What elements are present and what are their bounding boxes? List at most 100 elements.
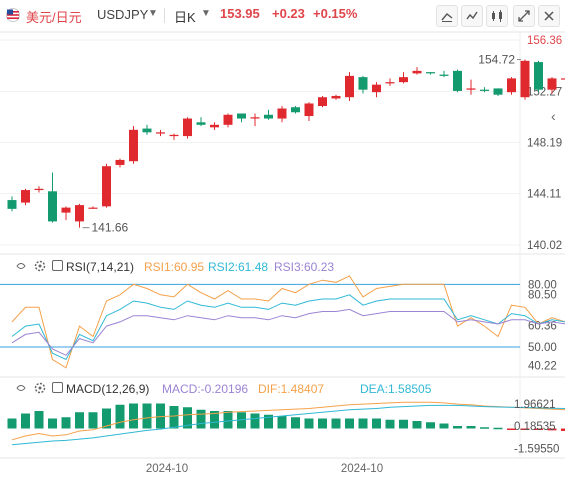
candle-body	[156, 132, 165, 134]
gear-icon[interactable]	[34, 260, 46, 272]
candle-body	[534, 62, 543, 90]
toggle-box-icon[interactable]	[52, 260, 63, 271]
candle-body	[129, 129, 138, 162]
macd-bar	[561, 428, 565, 431]
candle-body	[21, 190, 30, 203]
candle-body	[291, 107, 300, 113]
candle-body	[493, 88, 503, 95]
fullscreen-icon	[518, 10, 530, 22]
candle-body	[210, 124, 219, 128]
candle-body	[547, 78, 557, 90]
macd-bar	[88, 412, 98, 429]
macd-tick-label: -1.59550	[514, 443, 559, 455]
period-selector[interactable]: 日K	[174, 7, 196, 26]
macd-bar	[34, 411, 44, 429]
candle-body	[412, 70, 422, 74]
eye-icon[interactable]	[16, 382, 26, 394]
macd-bar	[169, 406, 179, 429]
chart-canvas[interactable]: 156.36 152.27 148.19 144.11 140.02 154.72 141.…	[0, 0, 565, 481]
candle-body	[318, 97, 327, 106]
macd-bar	[21, 413, 30, 429]
macd-bar	[48, 418, 57, 429]
low-price-label: 141.66	[92, 221, 129, 235]
macd-tick-label: 0.18535	[514, 421, 556, 433]
macd-bar	[426, 422, 435, 429]
candle-body	[237, 113, 246, 119]
candle-settings-icon	[492, 10, 502, 22]
close-button[interactable]	[538, 5, 560, 27]
candle-body	[223, 114, 233, 125]
macd-value: MACD:-0.20196	[162, 382, 249, 396]
indicator-icon	[466, 11, 478, 20]
candle-body	[372, 84, 381, 93]
candle-body	[385, 82, 395, 84]
candle-body	[250, 117, 260, 119]
symbol-label[interactable]: USDJPY	[97, 7, 148, 22]
macd-legend: MACD(12,26,9) MACD:-0.20196 DIF:1.48407 …	[0, 380, 520, 398]
price-change-percent: +0.15%	[313, 6, 358, 21]
macd-bar	[75, 412, 84, 429]
candle-body	[453, 70, 462, 91]
price-change: +0.23	[272, 6, 305, 21]
gear-icon[interactable]	[34, 382, 46, 394]
macd-bar	[142, 403, 152, 429]
price-tick-label: 140.02	[527, 240, 562, 252]
candle-body	[480, 89, 489, 91]
candle-body	[102, 166, 111, 207]
chart-header: 美元/日元 USDJPY ▼ 日K ▼ 153.95 +0.23 +0.15%	[0, 0, 565, 32]
candle-body	[345, 75, 354, 98]
rsi-label: RSI(7,14,21)	[66, 260, 135, 274]
date-tick-label: 2024-10	[341, 463, 383, 475]
candle-body	[304, 103, 314, 117]
date-tick-label: 2024-10	[146, 463, 188, 475]
candle-settings-button[interactable]	[486, 5, 508, 27]
fullscreen-button[interactable]	[513, 5, 535, 27]
macd-bar	[304, 418, 314, 429]
eye-icon[interactable]	[16, 260, 26, 272]
macd-bar	[372, 418, 381, 429]
candle-body	[88, 207, 98, 209]
price-tick-label: 148.19	[527, 138, 562, 150]
macd-bar	[318, 418, 327, 429]
macd-bar	[223, 411, 233, 429]
price-tick-label: 144.11	[527, 189, 561, 201]
macd-bar	[115, 404, 125, 429]
macd-bar	[7, 418, 17, 429]
candle-body	[331, 95, 341, 99]
rsi3-value: RSI3:60.23	[274, 260, 335, 274]
macd-label: MACD(12,26,9)	[66, 382, 150, 396]
candle-body	[466, 88, 476, 90]
candle-body	[115, 159, 125, 165]
close-icon	[544, 11, 554, 21]
macd-bar	[61, 417, 71, 429]
indicator-button[interactable]	[461, 5, 483, 27]
rsi2-value: RSI2:61.48	[208, 260, 269, 274]
dif-value: DIF:1.48407	[258, 382, 325, 396]
rsi-tick-label: 40.22	[528, 360, 557, 372]
rsi-tick-label: 50.00	[528, 342, 557, 354]
macd-bar	[466, 426, 476, 429]
macd-bar	[480, 427, 489, 429]
macd-bar	[439, 423, 449, 429]
macd-bar	[331, 418, 341, 429]
line-draw-button[interactable]	[436, 5, 458, 27]
rsi1-value: RSI1:60.95	[144, 260, 205, 274]
chevron-down-icon[interactable]: ▼	[148, 8, 158, 19]
pair-name[interactable]: 美元/日元	[26, 7, 82, 26]
macd-bar	[412, 421, 422, 429]
candle-body	[183, 118, 192, 137]
macd-bar	[196, 409, 206, 429]
toggle-box-icon[interactable]	[52, 382, 63, 393]
chevron-down-icon[interactable]: ▼	[201, 8, 211, 19]
macd-bar	[345, 418, 354, 429]
macd-bar	[493, 427, 503, 430]
rsi-tick-label: 80.50	[528, 289, 557, 301]
candle-body	[507, 78, 516, 93]
macd-tick-label: 1.96621	[514, 399, 556, 411]
candle-body	[520, 60, 530, 98]
chevron-left-icon[interactable]: ‹	[551, 108, 556, 124]
price-tick-label: 156.36	[527, 35, 562, 47]
candle-body	[61, 207, 71, 213]
macd-bar	[129, 403, 138, 429]
candle-body	[264, 114, 273, 119]
